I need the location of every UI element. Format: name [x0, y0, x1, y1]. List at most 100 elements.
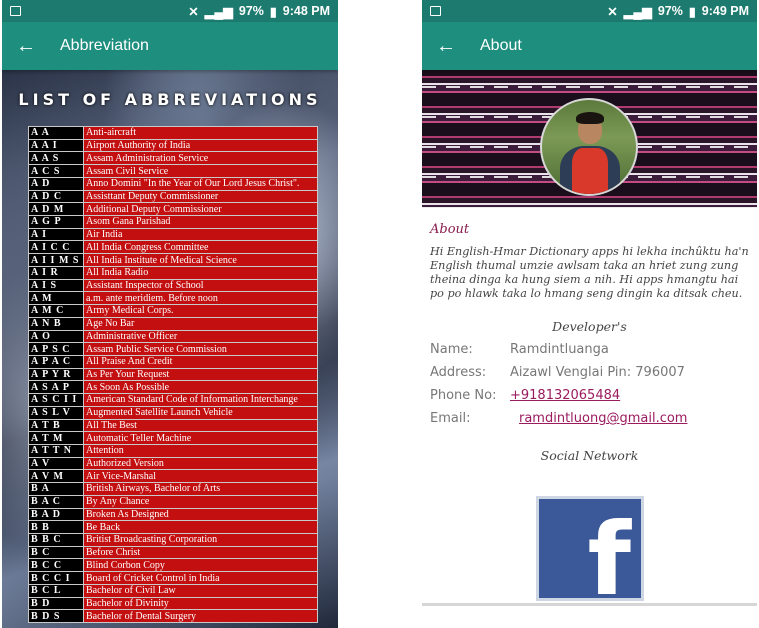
abbreviation-meaning: Airport Authority of India: [83, 138, 318, 153]
table-row: A A S Assam Administration Service: [28, 151, 318, 166]
phone-link[interactable]: +918132065484: [510, 388, 620, 403]
table-row: A I R All India Radio: [28, 265, 318, 280]
abbreviation-code: A S A P: [28, 380, 84, 395]
phone-label: Phone No:: [430, 388, 497, 403]
avatar-hair: [576, 112, 604, 124]
notification-icon: [430, 6, 441, 16]
about-card: About Hi English-Hmar Dictionary apps hi…: [422, 207, 757, 610]
table-row: A A Anti-aircraft: [28, 126, 318, 140]
abbreviation-meaning: Bachelor of Divinity: [83, 596, 318, 611]
notification-icon: [10, 6, 21, 16]
email-label: Email:: [430, 411, 471, 426]
social-heading: Social Network: [540, 448, 639, 463]
abbreviation-meaning: Board of Cricket Control in India: [83, 571, 318, 585]
abbreviation-meaning: Administrative Officer: [83, 329, 318, 344]
abbreviation-code: A I S: [28, 278, 84, 293]
table-row: A S L V Augmented Satellite Launch Vehicl…: [28, 405, 318, 420]
abbreviation-code: A T B: [28, 418, 84, 433]
table-row: B D S Bachelor of Dental Surgery: [28, 609, 318, 624]
abbreviation-code: A V M: [28, 469, 84, 484]
page-title: About: [480, 37, 522, 54]
email-link[interactable]: ramdintluong@gmail.com: [519, 411, 687, 426]
abbreviation-meaning: Authorized Version: [83, 456, 318, 471]
abbreviation-meaning: Asom Gana Parishad: [83, 215, 318, 229]
abbreviation-meaning: All India Institute of Medical Science: [83, 253, 318, 267]
mute-icon: ✕: [607, 4, 618, 19]
abbreviation-meaning: Blind Corbon Copy: [83, 558, 318, 573]
battery-percent: 97%: [238, 4, 264, 18]
avatar-vest: [572, 148, 608, 194]
abbreviation-code: A G P: [28, 215, 84, 229]
abbreviation-code: A V: [28, 456, 84, 471]
facebook-button[interactable]: f: [536, 496, 644, 610]
abbreviation-code: A I: [28, 227, 84, 242]
abbreviation-meaning: Anno Domini "In the Year of Our Lord Jes…: [83, 176, 318, 191]
table-row: A O Administrative Officer: [28, 329, 318, 344]
battery-icon: ▮: [688, 4, 696, 19]
table-row: B A D Broken As Designed: [28, 507, 318, 522]
abbreviation-meaning: Air India: [83, 227, 318, 242]
abbreviation-meaning: Army Medical Corps.: [83, 304, 318, 318]
abbreviation-meaning: Assisttant Deputy Commissioner: [83, 189, 318, 204]
abbreviation-meaning: Air Vice-Marshal: [83, 469, 318, 484]
table-row: B B Be Back: [28, 520, 318, 534]
abbreviation-code: A M: [28, 291, 84, 306]
abbreviation-meaning: Assam Civil Service: [83, 164, 318, 178]
table-row: B C L Bachelor of Civil Law: [28, 583, 318, 598]
table-row: A N B Age No Bar: [28, 316, 318, 331]
table-row: A Ma.m. ante meridiem. Before noon: [28, 291, 318, 306]
abbreviation-code: A I R: [28, 265, 84, 280]
table-row: A T T N Attention: [28, 443, 318, 458]
table-row: A I Air India: [28, 227, 318, 242]
table-row: A T B All The Best: [28, 418, 318, 433]
table-row: B C C Blind Corbon Copy: [28, 558, 318, 573]
table-row: B A British Airways, Bachelor of Arts: [28, 482, 318, 496]
abbreviation-code: A P A C: [28, 354, 84, 369]
page-title: Abbreviation: [60, 37, 149, 54]
abbreviation-meaning: Before Christ: [83, 545, 318, 560]
abbreviation-meaning: a.m. ante meridiem. Before noon: [83, 291, 318, 306]
table-row: B A C By Any Chance: [28, 494, 318, 509]
abbreviation-code: B C C I: [28, 571, 84, 585]
table-row: A G P Asom Gana Parishad: [28, 215, 318, 229]
abbreviation-code: B A C: [28, 494, 84, 509]
abbreviation-meaning: All The Best: [83, 418, 318, 433]
abbreviation-meaning: Attention: [83, 443, 318, 458]
abbreviation-meaning: Additional Deputy Commissioner: [83, 202, 318, 217]
table-row: A I C C All India Congress Committee: [28, 240, 318, 255]
abbreviation-code: B D S: [28, 609, 84, 624]
table-row: A A I Airport Authority of India: [28, 138, 318, 153]
facebook-icon: f: [587, 501, 631, 618]
abbreviation-code: A O: [28, 329, 84, 344]
abbreviation-meaning: Bachelor of Civil Law: [83, 583, 318, 598]
table-row: B C Before Christ: [28, 545, 318, 560]
abbreviation-code: B A D: [28, 507, 84, 522]
abbreviation-meaning: American Standard Code of Information In…: [83, 393, 318, 407]
abbreviation-code: A T T N: [28, 443, 84, 458]
abbreviation-meaning: Britist Broadcasting Corporation: [83, 533, 318, 547]
back-arrow-icon[interactable]: ←: [16, 35, 50, 58]
abbreviation-meaning: Age No Bar: [83, 316, 318, 331]
table-row: A T M Automatic Teller Machine: [28, 431, 318, 445]
abbreviation-code: A C S: [28, 164, 84, 178]
signal-icon: ▂▄▆: [623, 4, 652, 19]
abbreviation-code: A S C I I: [28, 393, 84, 407]
table-row: A P A C All Praise And Credit: [28, 354, 318, 369]
status-bar: ✕ ▂▄▆ 97% ▮ 9:49 PM: [422, 0, 757, 22]
abbreviation-code: A P S C: [28, 342, 84, 356]
abbreviation-code: B B C: [28, 533, 84, 547]
table-row: A V Authorized Version: [28, 456, 318, 471]
table-row: A P Y R As Per Your Request: [28, 367, 318, 382]
abbreviation-code: A M C: [28, 304, 84, 318]
table-row: B D Bachelor of Divinity: [28, 596, 318, 611]
table-row: A D Anno Domini "In the Year of Our Lord …: [28, 176, 318, 191]
abbreviation-meaning: Bachelor of Dental Surgery: [83, 609, 318, 624]
mute-icon: ✕: [188, 4, 199, 19]
name-value: Ramdintluanga: [510, 342, 609, 357]
abbreviation-meaning: Anti-aircraft: [83, 126, 318, 140]
back-arrow-icon[interactable]: ←: [436, 35, 470, 58]
status-time: 9:48 PM: [282, 4, 330, 18]
abbreviation-code: B B: [28, 520, 84, 534]
abbreviation-meaning: British Airways, Bachelor of Arts: [83, 482, 318, 496]
table-row: A S C I I American Standard Code of Infor…: [28, 393, 318, 407]
